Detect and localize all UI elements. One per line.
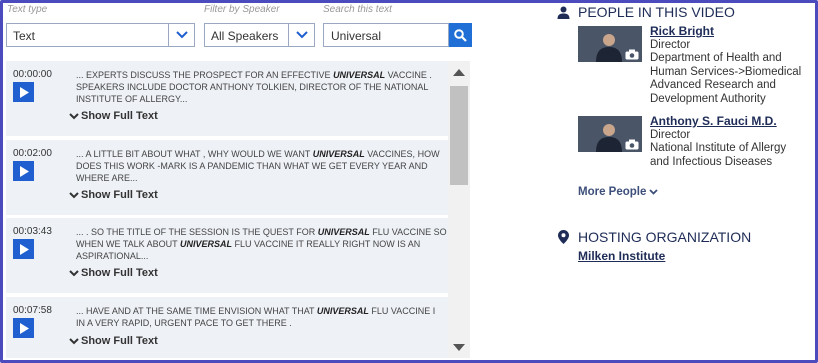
search-icon (454, 28, 467, 42)
chevron-down-icon (69, 112, 79, 119)
search-input[interactable]: Universal (323, 23, 449, 47)
timestamp[interactable]: 00:07:58 (13, 305, 52, 316)
person-icon (557, 6, 570, 19)
chevron-down-icon (649, 189, 659, 195)
search-button[interactable] (449, 23, 472, 47)
person-role: Director (650, 38, 691, 51)
play-button[interactable] (13, 82, 34, 102)
timestamp[interactable]: 00:00:00 (13, 69, 52, 80)
show-full-text-link[interactable]: Show Full Text (69, 189, 158, 201)
person-thumbnail[interactable] (578, 26, 642, 62)
play-button[interactable] (13, 318, 34, 338)
person-org-line: National Institute of Allergy (650, 142, 787, 155)
camera-icon (625, 49, 639, 60)
scroll-down-arrow-icon[interactable] (453, 344, 465, 351)
person-org-line: Human Services->Biomedical (650, 65, 802, 78)
chevron-down-icon (69, 191, 79, 198)
transcript-entry: 00:07:58 ... HAVE AND AT THE SAME TIME E… (6, 297, 448, 358)
person-thumbnail[interactable] (578, 116, 642, 152)
play-button[interactable] (13, 161, 34, 181)
play-icon (19, 322, 29, 334)
more-people-link[interactable]: More People (578, 186, 659, 198)
search-label: Search this text (323, 4, 392, 15)
chevron-down-icon (69, 337, 79, 344)
location-pin-icon (558, 230, 569, 244)
transcript-entry: 00:03:43 ... . SO THE TITLE OF THE SESSI… (6, 218, 448, 293)
scrollbar-thumb[interactable] (450, 86, 468, 185)
chevron-down-icon[interactable] (168, 24, 194, 46)
speaker-filter-label: Filter by Speaker (204, 4, 280, 15)
show-full-text-link[interactable]: Show Full Text (69, 335, 158, 347)
person-org-line: and Infectious Diseases (650, 155, 773, 168)
speaker-select[interactable]: All Speakers (204, 23, 315, 47)
chevron-down-icon (69, 269, 79, 276)
text-type-label: Text type (7, 4, 48, 15)
chevron-down-icon[interactable] (288, 24, 314, 46)
person-info: Anthony S. Fauci M.D. Director National … (650, 114, 787, 169)
text-type-select[interactable]: Text (6, 23, 195, 47)
transcript-list: 00:00:00 ... EXPERTS DISCUSS THE PROSPEC… (6, 61, 448, 358)
scroll-up-arrow-icon[interactable] (453, 69, 465, 76)
transcript-entry: 00:00:00 ... EXPERTS DISCUSS THE PROSPEC… (6, 61, 448, 136)
show-full-text-link[interactable]: Show Full Text (69, 110, 158, 122)
person-role: Director (650, 128, 691, 141)
transcript-scrollbar[interactable] (448, 61, 470, 358)
show-full-text-link[interactable]: Show Full Text (69, 267, 158, 279)
play-button[interactable] (13, 239, 34, 259)
transcript-snippet: ... HAVE AND AT THE SAME TIME ENVISION W… (76, 306, 436, 328)
speaker-value: All Speakers (211, 29, 279, 43)
person-org-line: Advanced Research and (650, 79, 776, 92)
play-icon (19, 243, 29, 255)
person-name-link[interactable]: Anthony S. Fauci M.D. (650, 114, 786, 129)
person-info: Rick Bright Director Department of Healt… (650, 24, 802, 107)
person-org-line: Development Authority (650, 92, 766, 105)
text-type-value: Text (13, 29, 36, 43)
transcript-snippet: ... . SO THE TITLE OF THE SESSION IS THE… (76, 227, 447, 261)
play-icon (19, 165, 29, 177)
people-section-heading: PEOPLE IN THIS VIDEO (578, 4, 735, 20)
play-icon (19, 86, 29, 98)
transcript-snippet: ... EXPERTS DISCUSS THE PROSPECT FOR AN … (76, 70, 432, 104)
timestamp[interactable]: 00:03:43 (13, 226, 52, 237)
person-photo (596, 124, 622, 152)
camera-icon (625, 139, 639, 150)
person-org-line: Department of Health and (650, 52, 782, 65)
transcript-snippet: ... A LITTLE BIT ABOUT WHAT , WHY WOULD … (76, 149, 440, 183)
person-name-link[interactable]: Rick Bright (650, 24, 801, 39)
person-photo (596, 34, 622, 62)
hosting-org-link[interactable]: Milken Institute (578, 249, 665, 263)
transcript-entry: 00:02:00 ... A LITTLE BIT ABOUT WHAT , W… (6, 140, 448, 215)
timestamp[interactable]: 00:02:00 (13, 148, 52, 159)
hosting-org-heading: HOSTING ORGANIZATION (578, 229, 752, 245)
